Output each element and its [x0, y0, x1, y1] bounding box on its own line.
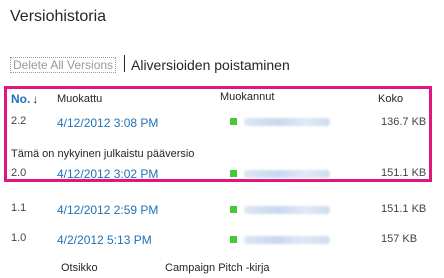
modified-by-user-link[interactable]: [244, 170, 330, 178]
title-property-label: Otsikko: [61, 262, 98, 274]
version-number: 2.0: [11, 167, 27, 179]
modified-by-user-link[interactable]: [244, 118, 330, 126]
version-date-link[interactable]: 4/12/2012 2:59 PM: [57, 203, 158, 217]
version-number: 1.1: [11, 202, 27, 214]
column-header-no[interactable]: No. ↓: [11, 92, 38, 106]
modified-by-user-link[interactable]: [244, 206, 330, 214]
version-date-link[interactable]: 4/12/2012 3:08 PM: [57, 116, 158, 130]
delete-all-versions-link[interactable]: Delete All Versions: [10, 57, 117, 73]
user-presence-icon: [230, 206, 237, 213]
published-version-note: Tämä on nykyinen julkaistu pääversio: [11, 148, 195, 160]
column-header-modified[interactable]: Muokattu: [57, 93, 102, 105]
column-header-no-label: No.: [11, 92, 31, 106]
version-size: 151.1 KB: [381, 167, 427, 179]
title-property-value: Campaign Pitch -kirja: [165, 262, 270, 274]
modified-by-user-link[interactable]: [244, 236, 330, 244]
action-separator: [124, 55, 125, 72]
version-number: 2.2: [11, 115, 27, 127]
version-size: 136.7 KB: [381, 116, 427, 128]
version-size: 157 KB: [381, 233, 418, 245]
version-date-link[interactable]: 4/2/2012 5:13 PM: [57, 233, 152, 247]
user-presence-icon: [230, 236, 237, 243]
version-size: 151.1 KB: [381, 203, 427, 215]
version-date-link[interactable]: 4/12/2012 3:02 PM: [57, 167, 158, 181]
user-presence-icon: [230, 170, 237, 177]
column-header-size[interactable]: Koko: [378, 93, 403, 105]
page-title: Versiohistoria: [10, 8, 107, 25]
delete-minor-versions-link[interactable]: Aliversioiden poistaminen: [131, 57, 290, 73]
sort-down-icon: ↓: [32, 92, 39, 106]
version-number: 1.0: [11, 232, 27, 244]
column-header-modified-by[interactable]: Muokannut: [220, 91, 274, 103]
user-presence-icon: [230, 118, 237, 125]
